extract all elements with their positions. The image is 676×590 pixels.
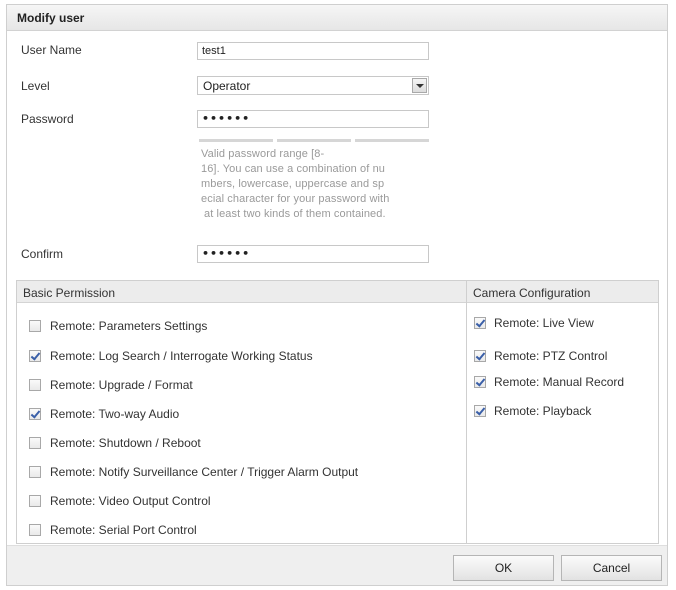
camera-permission-item[interactable]: Remote: PTZ Control	[474, 348, 607, 364]
basic-permission-item[interactable]: Remote: Log Search / Interrogate Working…	[29, 348, 313, 364]
checkbox-icon[interactable]	[474, 405, 486, 417]
modify-user-dialog: Modify user User Name test1 Level Operat…	[6, 4, 668, 586]
permission-label: Remote: Playback	[494, 404, 592, 418]
dialog-titlebar: Modify user	[7, 5, 667, 31]
camera-configuration-header: Camera Configuration	[473, 286, 591, 300]
password-strength-bar-3	[355, 139, 429, 142]
checkbox-icon[interactable]	[29, 466, 41, 478]
password-hint-line: ecial character for your password with	[201, 193, 390, 205]
permission-label: Remote: PTZ Control	[494, 349, 608, 363]
permission-table-header: Basic Permission Camera Configuration	[17, 281, 658, 303]
checkbox-icon[interactable]	[29, 379, 41, 391]
password-hint-line: 16]. You can use a combination of nu	[201, 163, 386, 175]
basic-permission-item[interactable]: Remote: Two-way Audio	[29, 406, 179, 422]
basic-permission-item[interactable]: Remote: Video Output Control	[29, 493, 211, 509]
basic-permission-item[interactable]: Remote: Notify Surveillance Center / Tri…	[29, 464, 358, 480]
checkbox-icon[interactable]	[29, 350, 41, 362]
checkbox-icon[interactable]	[29, 320, 41, 332]
checkbox-icon[interactable]	[474, 317, 486, 329]
password-label: Password	[21, 112, 74, 126]
checkbox-icon[interactable]	[474, 376, 486, 388]
cancel-button[interactable]: Cancel	[561, 555, 662, 581]
checkbox-icon[interactable]	[29, 495, 41, 507]
ok-button[interactable]: OK	[453, 555, 554, 581]
level-select[interactable]: Operator	[197, 76, 429, 95]
basic-permission-item[interactable]: Remote: Serial Port Control	[29, 522, 197, 538]
dialog-title: Modify user	[17, 11, 85, 25]
permission-table: Basic Permission Camera Configuration Re…	[16, 280, 659, 544]
password-strength-bar-2	[277, 139, 351, 142]
permission-label: Remote: Log Search / Interrogate Working…	[50, 349, 313, 363]
level-label: Level	[21, 79, 50, 93]
password-strength-bar-1	[199, 139, 273, 142]
permission-label: Remote: Shutdown / Reboot	[50, 436, 201, 450]
password-hint-line: at least two kinds of them contained.	[204, 208, 386, 220]
camera-permission-item[interactable]: Remote: Playback	[474, 403, 591, 419]
permission-label: Remote: Upgrade / Format	[50, 378, 193, 392]
checkbox-icon[interactable]	[29, 408, 41, 420]
basic-permission-item[interactable]: Remote: Shutdown / Reboot	[29, 435, 201, 451]
password-hint: Valid password range [8- 16]. You can us…	[201, 147, 433, 222]
password-hint-line: mbers, lowercase, uppercase and sp	[201, 178, 385, 190]
chevron-down-icon	[416, 84, 424, 88]
username-input[interactable]: test1	[197, 42, 429, 60]
confirm-password-input[interactable]: ••••••	[197, 245, 429, 263]
basic-permission-item[interactable]: Remote: Parameters Settings	[29, 318, 207, 334]
camera-permission-item[interactable]: Remote: Manual Record	[474, 374, 624, 390]
checkbox-icon[interactable]	[29, 524, 41, 536]
permission-label: Remote: Video Output Control	[50, 494, 211, 508]
permission-label: Remote: Notify Surveillance Center / Tri…	[50, 465, 359, 479]
level-selected-value: Operator	[203, 79, 251, 93]
permission-label: Remote: Two-way Audio	[50, 407, 180, 421]
username-label: User Name	[21, 43, 82, 57]
password-hint-line: Valid password range [8-	[201, 148, 325, 160]
camera-permission-item[interactable]: Remote: Live View	[474, 315, 594, 331]
dialog-footer: OK Cancel	[7, 545, 667, 585]
column-divider	[466, 281, 467, 543]
dropdown-button[interactable]	[412, 78, 427, 93]
basic-permission-item[interactable]: Remote: Upgrade / Format	[29, 377, 193, 393]
permission-label: Remote: Manual Record	[494, 375, 625, 389]
confirm-label: Confirm	[21, 247, 64, 261]
permission-label: Remote: Serial Port Control	[50, 523, 197, 537]
basic-permission-header: Basic Permission	[23, 286, 116, 300]
permission-label: Remote: Parameters Settings	[50, 319, 208, 333]
password-input[interactable]: ••••••	[197, 110, 429, 128]
checkbox-icon[interactable]	[29, 437, 41, 449]
permission-label: Remote: Live View	[494, 316, 594, 330]
checkbox-icon[interactable]	[474, 350, 486, 362]
